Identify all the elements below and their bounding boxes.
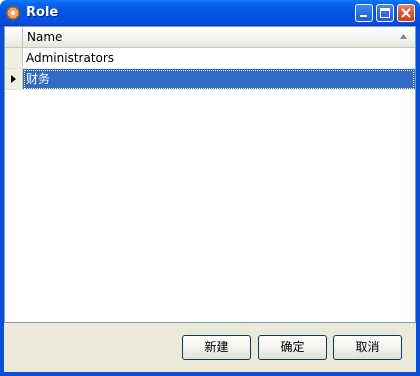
close-icon <box>401 8 411 18</box>
role-window: Role Name Administrators 财务 新建 确定 取消 <box>0 0 420 376</box>
grid-header: Name <box>5 27 415 48</box>
title-bar[interactable]: Role <box>0 0 420 26</box>
table-row[interactable]: Administrators <box>5 48 415 69</box>
minimize-button[interactable] <box>355 4 373 22</box>
maximize-button[interactable] <box>376 4 394 22</box>
role-grid[interactable]: Name Administrators 财务 <box>4 26 416 323</box>
close-button[interactable] <box>397 4 415 22</box>
ok-button[interactable]: 确定 <box>258 335 327 360</box>
cancel-button[interactable]: 取消 <box>333 335 402 360</box>
window-client-area: Name Administrators 财务 新建 确定 取消 <box>4 26 416 372</box>
row-header[interactable] <box>5 48 23 69</box>
sort-ascending-icon <box>400 34 407 39</box>
app-gear-icon <box>5 5 21 21</box>
column-header-name[interactable]: Name <box>23 27 415 47</box>
column-header-label: Name <box>27 30 63 44</box>
maximize-icon <box>380 8 390 18</box>
table-row[interactable]: 财务 <box>5 69 415 90</box>
row-header-corner <box>5 27 23 47</box>
cell-name[interactable]: 财务 <box>23 69 415 90</box>
cell-name[interactable]: Administrators <box>23 48 415 69</box>
window-title: Role <box>26 5 59 20</box>
row-header[interactable] <box>5 69 23 90</box>
minimize-icon <box>360 15 367 17</box>
new-button[interactable]: 新建 <box>182 335 251 360</box>
current-row-indicator-icon <box>11 75 16 83</box>
